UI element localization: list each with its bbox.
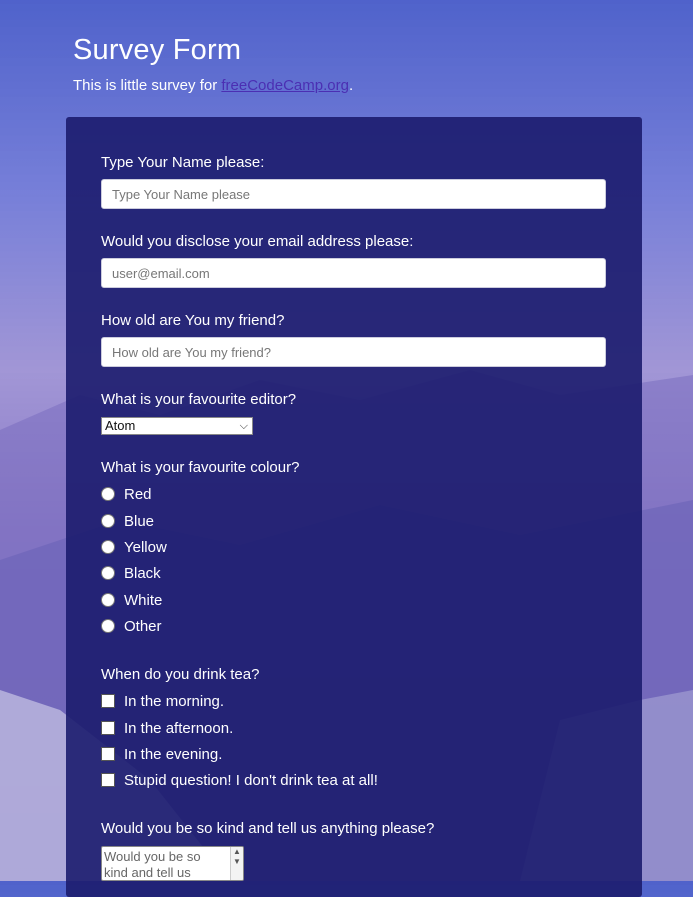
colour-option-yellow[interactable]: Yellow (101, 538, 167, 556)
colour-option-white[interactable]: White (101, 591, 162, 609)
tea-option-afternoon[interactable]: In the afternoon. (101, 719, 233, 737)
checkbox[interactable] (101, 721, 115, 735)
age-label: How old are You my friend? (101, 312, 285, 329)
chevron-down-icon: ⌵ (239, 420, 248, 432)
tea-option-label: In the afternoon. (124, 719, 234, 737)
email-input[interactable] (101, 258, 606, 288)
tea-label: When do you drink tea? (101, 666, 260, 683)
colour-option-black[interactable]: Black (101, 564, 161, 582)
name-input[interactable] (101, 179, 606, 209)
editor-label: What is your favourite editor? (101, 391, 297, 408)
editor-select[interactable]: Atom ⌵ (101, 417, 253, 435)
radio-button[interactable] (101, 593, 115, 607)
colour-option-label: Black (124, 564, 161, 582)
tea-option-morning[interactable]: In the morning. (101, 692, 224, 710)
freecodecamp-link[interactable]: freeCodeCamp.org (221, 77, 349, 94)
radio-button[interactable] (101, 619, 115, 633)
radio-button[interactable] (101, 540, 115, 554)
colour-option-label: Other (124, 617, 162, 635)
comments-placeholder: Would you be so kind and tell us (104, 849, 201, 880)
colour-option-label: Yellow (124, 538, 167, 556)
scroll-up-icon[interactable]: ▲ (231, 847, 243, 857)
subtitle-period: . (348, 77, 354, 94)
radio-button[interactable] (101, 514, 115, 528)
tea-option-evening[interactable]: In the evening. (101, 745, 222, 763)
checkbox[interactable] (101, 773, 115, 787)
age-input[interactable] (101, 337, 606, 367)
colour-option-other[interactable]: Other (101, 617, 162, 635)
page-subtitle: This is little survey for freeCodeCamp.o… (73, 77, 353, 94)
scroll-down-icon[interactable]: ▼ (231, 857, 243, 867)
radio-button[interactable] (101, 566, 115, 580)
radio-button[interactable] (101, 487, 115, 501)
checkbox[interactable] (101, 694, 115, 708)
colour-label: What is your favourite colour? (101, 459, 300, 476)
editor-selected-value: Atom (105, 418, 136, 433)
name-label: Type Your Name please: (101, 154, 265, 171)
colour-option-label: Blue (124, 512, 155, 530)
tea-option-label: Stupid question! I don't drink tea at al… (124, 771, 378, 789)
tea-option-label: In the morning. (124, 692, 225, 710)
tea-option-never[interactable]: Stupid question! I don't drink tea at al… (101, 771, 378, 789)
tea-option-label: In the evening. (124, 745, 223, 763)
subtitle-text: This is little survey for (73, 77, 222, 94)
comments-label: Would you be so kind and tell us anythin… (101, 820, 435, 837)
page-title: Survey Form (73, 34, 242, 66)
page-header: Survey Form This is little survey for fr… (73, 34, 353, 94)
colour-option-label: White (124, 591, 163, 609)
email-label: Would you disclose your email address pl… (101, 233, 414, 250)
colour-option-label: Red (124, 485, 152, 503)
comments-textarea[interactable]: Would you be so kind and tell us ▲ ▼ (101, 846, 244, 881)
textarea-scrollbar[interactable]: ▲ ▼ (230, 847, 243, 880)
colour-option-red[interactable]: Red (101, 485, 152, 503)
checkbox[interactable] (101, 747, 115, 761)
colour-option-blue[interactable]: Blue (101, 512, 154, 530)
